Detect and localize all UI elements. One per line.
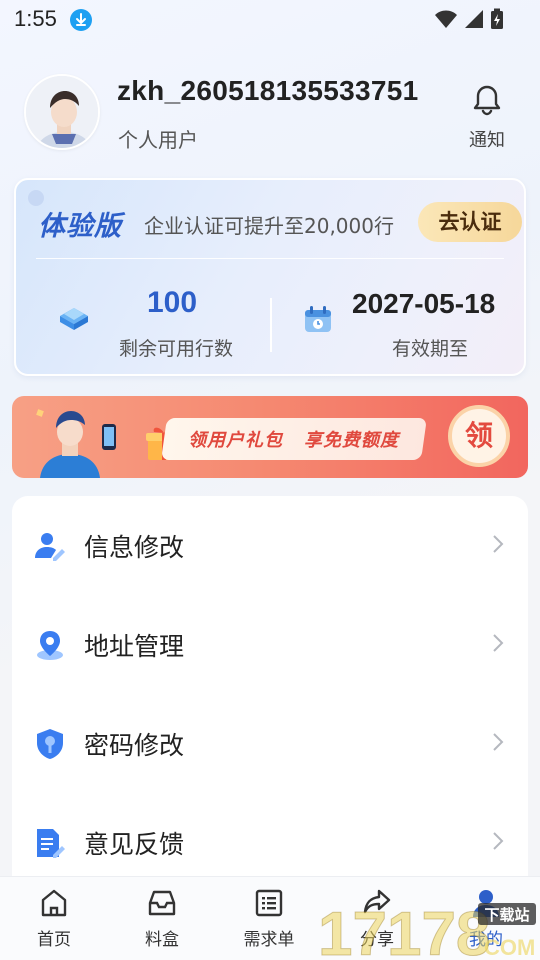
home-icon	[14, 887, 94, 919]
banner-text-free: 享免费额度	[304, 430, 399, 451]
site-watermark: 17178 COM 下载站	[318, 893, 540, 960]
notification-button[interactable]: 通知	[462, 84, 512, 152]
nav-label: 首页	[37, 930, 71, 950]
menu-item-password[interactable]: 密码修改	[12, 694, 528, 793]
divider	[36, 258, 504, 259]
watermark-domain: COM	[484, 935, 535, 960]
signal-icon	[464, 9, 484, 33]
shield-key-icon	[34, 728, 66, 760]
claim-button[interactable]: 领	[448, 405, 510, 467]
menu-label: 地址管理	[84, 632, 185, 661]
download-icon	[70, 9, 92, 31]
nav-home[interactable]: 首页	[14, 887, 94, 950]
trial-plan-card: 体验版 企业认证可提升至20,000行 去认证 100 剩余可用行数 2027-…	[14, 178, 526, 376]
mascot-illustration	[32, 402, 132, 478]
list-icon	[229, 887, 309, 919]
trial-description: 企业认证可提升至20,000行	[144, 214, 394, 238]
stat-divider	[270, 298, 272, 352]
remaining-rows-label: 剩余可用行数	[118, 338, 233, 360]
avatar[interactable]	[24, 74, 100, 150]
nav-label: 料盒	[145, 930, 179, 950]
chevron-right-icon	[492, 831, 504, 855]
chevron-right-icon	[492, 534, 504, 558]
battery-charging-icon	[490, 8, 504, 34]
user-edit-icon	[34, 530, 66, 562]
inbox-icon	[122, 887, 202, 919]
rows-icon	[56, 302, 92, 338]
user-type-label: 个人用户	[118, 128, 198, 152]
gift-promo-banner[interactable]: 领用户礼包 享免费额度 领	[12, 396, 528, 478]
username: zkh_260518135533751	[117, 75, 419, 106]
watermark-number: 17178	[318, 900, 490, 960]
wifi-icon	[434, 9, 458, 33]
menu-item-info-edit[interactable]: 信息修改	[12, 496, 528, 595]
document-edit-icon	[34, 827, 66, 859]
remaining-rows-value: 100	[146, 286, 198, 319]
certify-button[interactable]: 去认证	[418, 202, 522, 242]
trial-title: 体验版	[38, 211, 122, 242]
nav-label: 需求单	[243, 930, 295, 950]
chevron-right-icon	[492, 732, 504, 756]
watermark-badge: 下载站	[484, 906, 529, 924]
status-time: 1:55	[14, 6, 57, 31]
menu-label: 信息修改	[84, 533, 185, 562]
settings-menu: 信息修改 地址管理 密码修改 意见反馈	[12, 496, 528, 916]
status-bar: 1:55	[0, 0, 540, 38]
chevron-right-icon	[492, 633, 504, 657]
bell-icon	[472, 85, 502, 120]
notify-label: 通知	[469, 130, 505, 151]
nav-requirement-list[interactable]: 需求单	[229, 887, 309, 950]
expiry-value: 2027-05-18	[352, 288, 496, 319]
expiry-label: 有效期至	[392, 338, 469, 360]
location-pin-icon	[34, 629, 66, 661]
banner-text-gift: 领用户礼包	[188, 430, 283, 451]
nav-material-box[interactable]: 料盒	[122, 887, 202, 950]
calendar-icon	[302, 304, 334, 340]
menu-label: 意见反馈	[84, 830, 185, 859]
menu-label: 密码修改	[84, 731, 185, 760]
menu-item-address[interactable]: 地址管理	[12, 595, 528, 694]
